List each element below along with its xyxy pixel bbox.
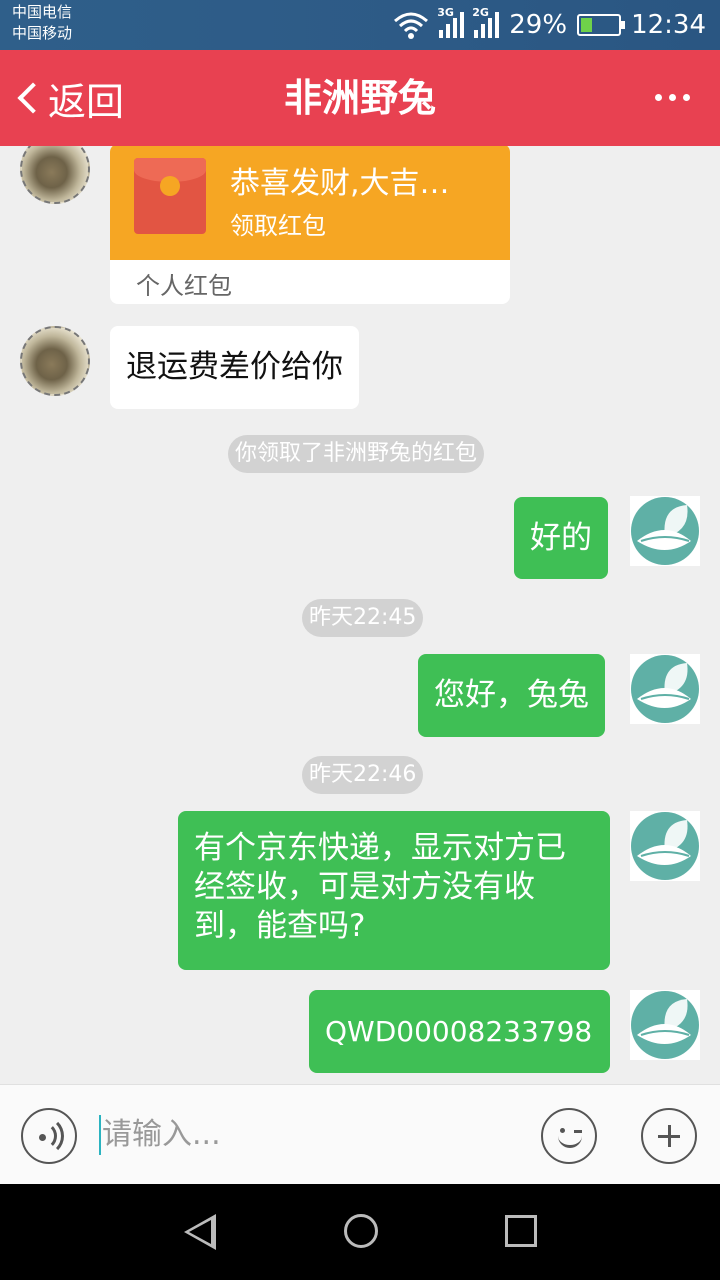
message-bubble-outgoing: 有个京东快递，显示对方已 经签收，可是对方没有收 到，能查吗?: [178, 811, 610, 970]
timestamp: 昨天22:45: [302, 599, 424, 637]
red-envelope-icon: [134, 158, 206, 234]
message-bubble-incoming: 退运费差价给你: [110, 326, 359, 409]
message-input[interactable]: 请输入...: [102, 1113, 502, 1157]
back-label: 返回: [48, 79, 125, 124]
status-bar: 中国电信 中国移动 3G 2G 29% 12:34: [0, 0, 720, 50]
nav-back-icon[interactable]: [184, 1214, 216, 1250]
my-avatar[interactable]: [630, 496, 700, 566]
wifi-icon: [394, 12, 429, 39]
emoji-icon[interactable]: [541, 1108, 597, 1164]
signal-2g-icon: 2G: [472, 6, 500, 38]
contact-avatar[interactable]: [20, 326, 90, 396]
system-nav-bar: [0, 1184, 720, 1280]
message-line: 到，能查吗?: [194, 908, 366, 944]
system-notice: 你领取了非洲野兔的红包: [228, 435, 485, 473]
more-dots-icon[interactable]: [655, 94, 690, 101]
chat-area[interactable]: 恭喜发财,大吉… 领取红包 个人红包 退运费差价给你 你领取了非洲野兔的红包 好…: [0, 146, 720, 1084]
my-avatar[interactable]: [630, 654, 700, 724]
nav-home-icon[interactable]: [344, 1214, 378, 1248]
title-bar: 非洲野兔 返回: [0, 50, 720, 146]
message-bubble-outgoing: 好的: [514, 497, 608, 579]
voice-icon[interactable]: [21, 1108, 77, 1164]
message-line: 经签收，可是对方没有收: [194, 869, 535, 905]
message-line: 有个京东快递，显示对方已: [194, 830, 566, 866]
message-bubble-outgoing: QWD00008233798: [309, 990, 610, 1073]
clock: 12:34: [631, 10, 706, 40]
back-button[interactable]: 返回: [14, 50, 124, 146]
contact-avatar[interactable]: [20, 146, 90, 204]
red-packet-card[interactable]: 恭喜发财,大吉… 领取红包 个人红包: [110, 146, 510, 304]
timestamp: 昨天22:46: [302, 756, 424, 794]
leaf-icon: [637, 505, 691, 550]
my-avatar[interactable]: [630, 811, 700, 881]
red-packet-footer: 个人红包: [136, 272, 232, 300]
leaf-icon: [637, 820, 691, 865]
leaf-icon: [637, 663, 691, 708]
leaf-icon: [637, 999, 691, 1044]
signal-3g-icon: 3G: [437, 6, 465, 38]
carrier-2: 中国移动: [12, 24, 73, 42]
battery-percent: 29%: [509, 10, 568, 40]
plus-icon[interactable]: [641, 1108, 697, 1164]
text-cursor: [99, 1115, 101, 1155]
battery-icon: [577, 14, 626, 36]
message-bubble-outgoing: 您好，兔兔: [418, 654, 605, 737]
my-avatar[interactable]: [630, 990, 700, 1060]
red-packet-action: 领取红包: [230, 212, 326, 240]
chevron-left-icon: [17, 82, 49, 114]
nav-recents-icon[interactable]: [505, 1215, 537, 1247]
carrier-1: 中国电信: [12, 3, 73, 21]
red-packet-title: 恭喜发财,大吉…: [230, 166, 450, 201]
carrier-info: 中国电信 中国移动: [12, 2, 72, 44]
input-bar: 请输入...: [0, 1084, 720, 1184]
